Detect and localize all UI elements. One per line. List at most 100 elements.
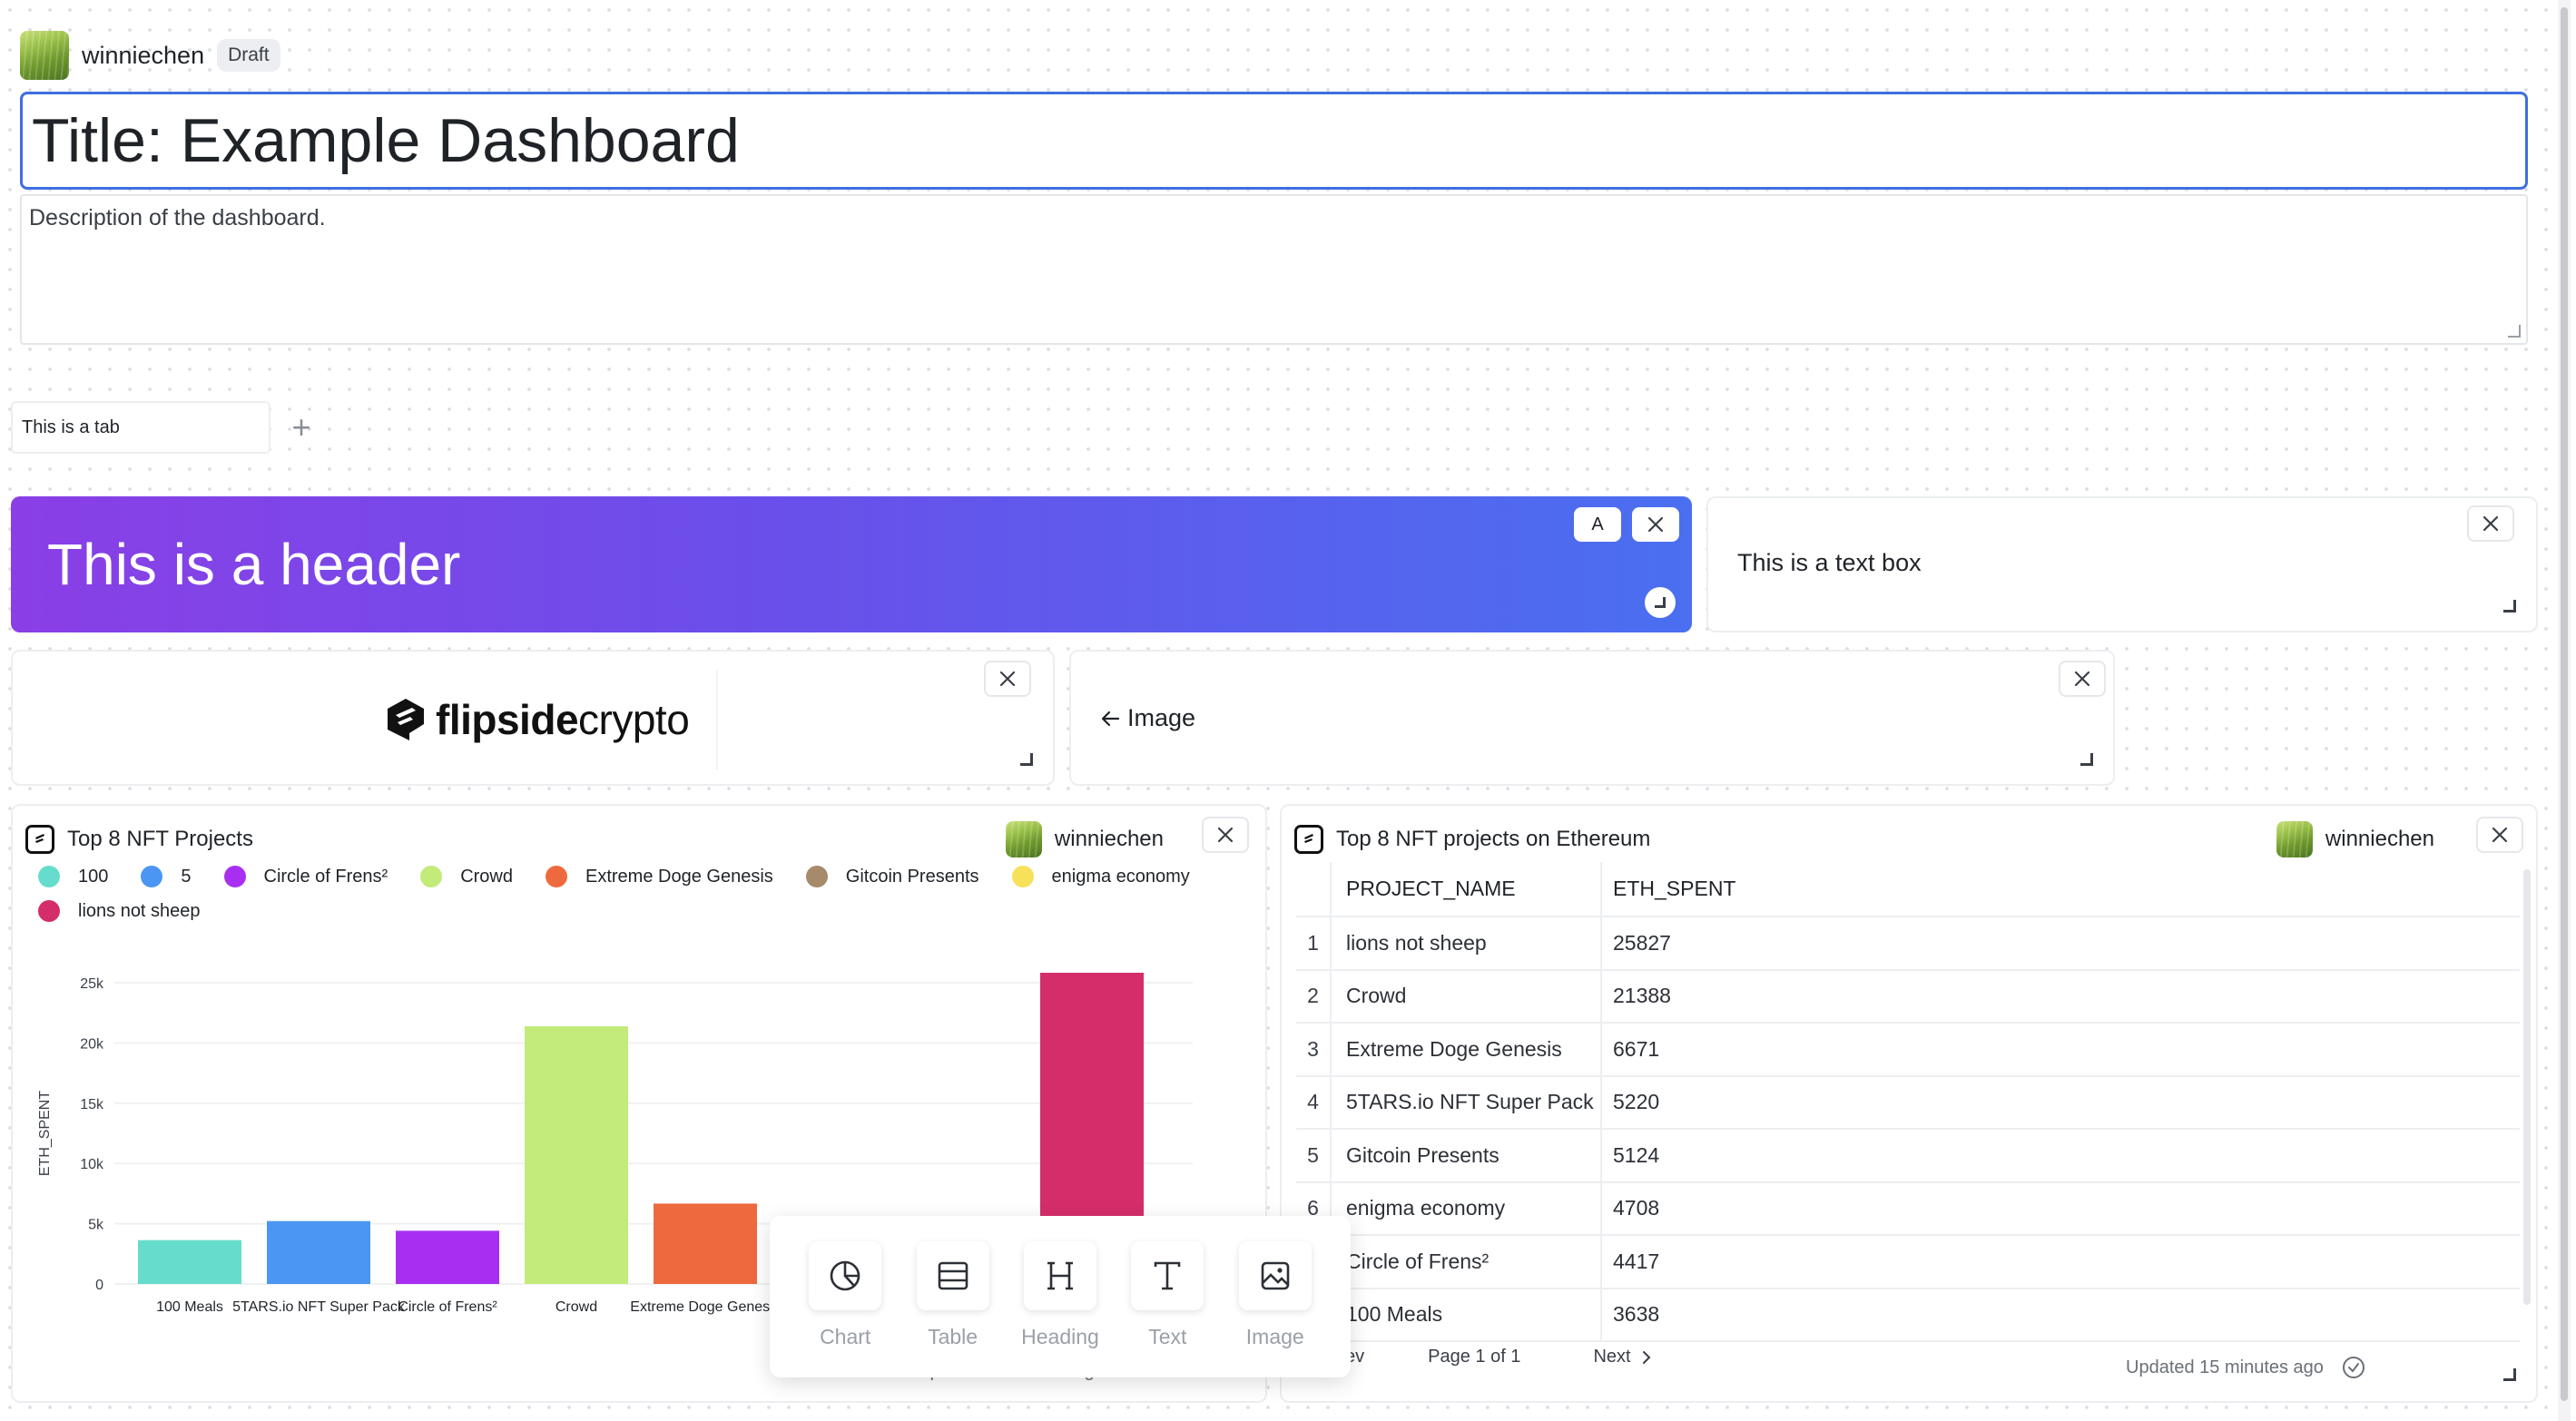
close-icon <box>999 671 1016 687</box>
legend-item[interactable]: 5 <box>141 866 192 887</box>
tab-this-is-a-tab[interactable]: This is a tab <box>11 401 270 454</box>
pie-chart-icon <box>830 1260 860 1291</box>
legend-item[interactable]: Extreme Doge Genesis <box>546 866 773 887</box>
project-name-cell: 5TARS.io NFT Super Pack <box>1331 1075 1602 1130</box>
close-header-button[interactable] <box>1632 507 1679 542</box>
author-row: winniechen Draft <box>20 31 280 80</box>
table-row[interactable]: 4 5TARS.io NFT Super Pack 5220 <box>1296 1075 2520 1130</box>
close-icon <box>2483 515 2499 532</box>
eth-spent-cell: 21388 <box>1601 969 2520 1024</box>
image-placeholder-label[interactable]: Image <box>1100 704 1195 732</box>
close-image-card-button[interactable] <box>2059 661 2106 697</box>
bar-extreme-doge-genesis <box>654 1203 757 1284</box>
author-name[interactable]: winniechen <box>82 42 204 70</box>
table-row[interactable]: 3 Extreme Doge Genesis 6671 <box>1296 1023 2520 1077</box>
image-card[interactable]: Image <box>1069 650 2115 786</box>
add-tab-button[interactable]: + <box>287 408 316 446</box>
table-card[interactable]: Top 8 NFT projects on Ethereum winnieche… <box>1280 804 2538 1403</box>
bar-100-meals <box>138 1240 241 1284</box>
status-badge: Draft <box>217 39 280 72</box>
table-row[interactable]: 5 Gitcoin Presents 5124 <box>1296 1129 2520 1183</box>
close-logo-card-button[interactable] <box>984 661 1031 697</box>
table-updated-text: Updated 15 minutes ago <box>2126 1357 2324 1377</box>
row-index: 4 <box>1296 1075 1332 1130</box>
close-textbox-button[interactable] <box>2467 505 2514 542</box>
legend-item[interactable]: Circle of Frens² <box>223 866 388 887</box>
x-tick-label: 5TARS.io NFT Super Pack <box>232 1299 406 1315</box>
table-row[interactable]: 8100 Meals3638 <box>1296 1288 2520 1342</box>
page-indicator: Page 1 of 1 <box>1428 1347 1521 1367</box>
legend-item[interactable]: enigma economy <box>1011 866 1190 887</box>
table-row[interactable]: 2 Crowd 21388 <box>1296 969 2520 1024</box>
insert-toolbar: Chart Table Heading Text Image <box>770 1216 1351 1377</box>
close-chart-card-button[interactable] <box>1202 817 1249 853</box>
y-tick-label: 0 <box>95 1278 103 1293</box>
eth-spent-cell: 5220 <box>1601 1075 2520 1130</box>
legend-item[interactable]: lions not sheep <box>38 900 201 922</box>
table-row[interactable]: 1 lions not sheep 25827 <box>1296 916 2520 971</box>
bar-5tars-io-nft-super-pack <box>267 1220 370 1284</box>
page-scrollbar[interactable] <box>2558 0 2571 1421</box>
owner-avatar <box>1005 821 1042 858</box>
insert-table-button[interactable]: Table <box>912 1241 994 1377</box>
author-avatar[interactable] <box>20 31 69 80</box>
logo-image-card[interactable]: flipsidecrypto <box>11 650 1055 786</box>
table-row[interactable]: 6 enigma economy 4708 <box>1296 1181 2520 1236</box>
legend-label: Gitcoin Presents <box>845 866 979 887</box>
table-owner[interactable]: winniechen <box>2276 821 2434 858</box>
textbox-text[interactable]: This is a text box <box>1737 549 1922 577</box>
legend-item[interactable]: 100 <box>38 866 108 887</box>
table-scrollbar[interactable] <box>2523 869 2531 1305</box>
legend-item[interactable]: Crowd <box>420 866 513 887</box>
table-row[interactable]: 7Circle of Frens²4417 <box>1296 1235 2520 1289</box>
column-header-eth-spent[interactable]: ETH_SPENT <box>1601 862 2520 917</box>
insert-heading-button[interactable]: Heading <box>1019 1241 1101 1377</box>
tab-label: This is a tab <box>22 416 120 437</box>
project-name-cell: Circle of Frens² <box>1331 1235 1602 1289</box>
dashboard-description-text: Description of the dashboard. <box>29 205 326 230</box>
textbox-card[interactable]: This is a text box <box>1706 496 2538 632</box>
project-name-cell: Extreme Doge Genesis <box>1331 1023 1602 1077</box>
resize-handle[interactable] <box>2503 600 2516 612</box>
resize-handle[interactable] <box>2080 753 2093 766</box>
chart-owner-name: winniechen <box>1054 827 1164 851</box>
resize-handle[interactable] <box>1020 753 1033 766</box>
close-icon <box>2074 671 2090 687</box>
resize-handle[interactable] <box>1645 587 1676 618</box>
close-table-card-button[interactable] <box>2476 817 2523 853</box>
legend-label: enigma economy <box>1051 866 1190 887</box>
legend-label: 100 <box>78 866 109 887</box>
project-name-cell: Gitcoin Presents <box>1331 1129 1602 1183</box>
flipside-logo: flipsidecrypto <box>385 695 690 744</box>
resize-grip-icon[interactable] <box>2508 325 2521 338</box>
x-tick-label: Crowd <box>556 1299 597 1315</box>
legend-label: 5 <box>181 866 192 887</box>
page-scroll-thumb[interactable] <box>2561 7 2568 1401</box>
header-style-button[interactable]: A <box>1574 507 1621 542</box>
insert-image-button[interactable]: Image <box>1234 1241 1316 1377</box>
insert-text-button[interactable]: Text <box>1126 1241 1208 1377</box>
dashboard-title-input[interactable]: Title: Example Dashboard <box>20 92 2528 190</box>
legend-item[interactable]: Gitcoin Presents <box>805 866 979 887</box>
header-card[interactable]: This is a header A <box>11 496 1692 632</box>
bar-circle-of-frens- <box>396 1230 499 1284</box>
table-icon <box>938 1261 968 1290</box>
check-circle-icon <box>2342 1357 2365 1378</box>
eth-spent-cell: 4708 <box>1601 1181 2520 1236</box>
eth-spent-cell: 3638 <box>1601 1288 2520 1342</box>
y-axis-label: ETH_SPENT <box>37 1091 53 1176</box>
resize-handle[interactable] <box>2503 1368 2516 1381</box>
dashboard-description-input[interactable]: Description of the dashboard. <box>20 194 2528 345</box>
legend-swatch <box>420 866 443 887</box>
row-index: 1 <box>1296 916 1332 971</box>
tool-label: Heading <box>1021 1325 1099 1348</box>
header-text[interactable]: This is a header <box>47 531 460 598</box>
chart-legend: 100 5 Circle of Frens² Crowd Extreme Doge Ge… <box>38 866 1254 922</box>
eth-spent-cell: 4417 <box>1601 1235 2520 1289</box>
chart-owner[interactable]: winniechen <box>1005 821 1164 858</box>
column-header-project-name[interactable]: PROJECT_NAME <box>1331 862 1602 917</box>
next-page-button[interactable]: Next <box>1593 1347 1650 1367</box>
insert-chart-button[interactable]: Chart <box>804 1241 886 1377</box>
bar-crowd <box>525 1025 628 1284</box>
legend-label: Circle of Frens² <box>263 866 388 887</box>
